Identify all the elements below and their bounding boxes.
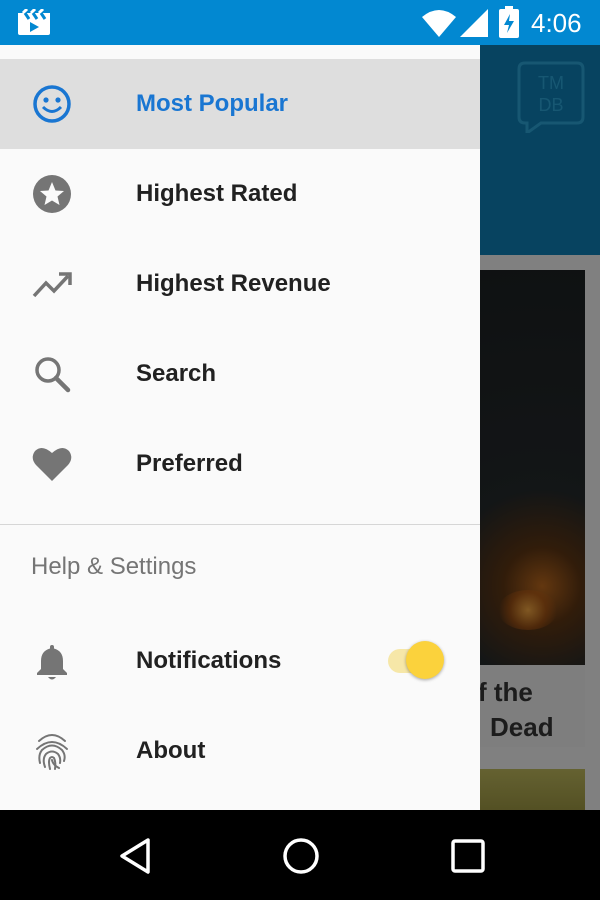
drawer-item-preferred[interactable]: Preferred — [0, 419, 480, 509]
drawer-item-most-popular[interactable]: Most Popular — [0, 59, 480, 149]
bell-icon — [37, 645, 67, 680]
status-bar: 4:06 — [0, 0, 600, 45]
notifications-toggle[interactable] — [386, 641, 446, 681]
back-icon[interactable] — [116, 836, 156, 876]
drawer-item-label: Highest Revenue — [136, 270, 331, 297]
drawer-item-label: Preferred — [136, 450, 243, 477]
clock: 4:06 — [531, 8, 582, 38]
battery-charging-icon — [499, 6, 519, 38]
navigation-drawer: Most Popular Highest Rated Highest Reven… — [0, 45, 480, 810]
drawer-item-highest-revenue[interactable]: Highest Revenue — [0, 239, 480, 329]
signal-icon — [460, 9, 488, 37]
toggle-thumb — [406, 641, 444, 679]
drawer-item-label: Highest Rated — [136, 180, 298, 207]
drawer-item-label: Most Popular — [136, 90, 289, 117]
drawer-item-highest-rated[interactable]: Highest Rated — [0, 149, 480, 239]
recents-icon[interactable] — [448, 836, 488, 876]
drawer-item-about[interactable]: About — [0, 706, 480, 796]
drawer-item-search[interactable]: Search — [0, 329, 480, 419]
smiley-icon — [33, 85, 71, 123]
drawer-item-label: About — [136, 737, 206, 764]
search-icon — [35, 357, 71, 393]
clapperboard-icon — [18, 9, 50, 35]
wifi-icon — [422, 10, 456, 37]
star-icon — [33, 175, 71, 213]
fingerprint-icon — [36, 734, 68, 770]
drawer-item-label: Search — [136, 360, 217, 387]
drawer-item-label: Notifications — [136, 647, 282, 674]
system-nav-bar — [0, 810, 600, 900]
heart-icon — [32, 447, 72, 481]
home-icon[interactable] — [281, 836, 321, 876]
trending-up-icon — [32, 272, 72, 298]
divider — [0, 524, 480, 525]
section-header: Help & Settings — [31, 553, 197, 580]
